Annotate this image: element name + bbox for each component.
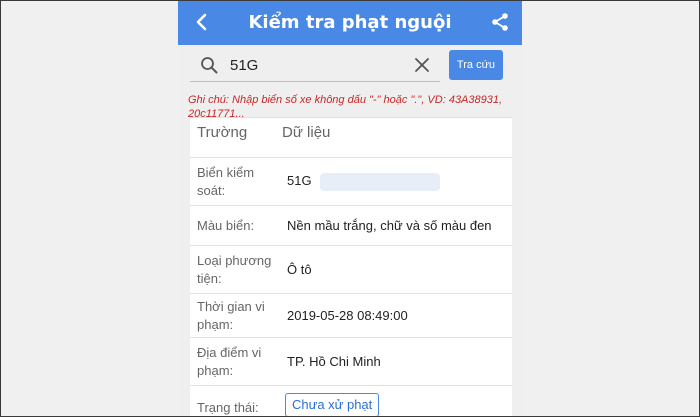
table-header-row: Trường Dữ liệu	[190, 118, 512, 158]
row-label: Trạng thái:	[197, 400, 259, 415]
column-header-field: Trường	[197, 124, 248, 141]
row-label: Biển kiểm soát:	[197, 165, 255, 198]
phone-screen: Kiểm tra phạt nguội Tra cứu Ghi c	[178, 0, 522, 417]
table-row: Trạng thái: Chưa xử phạt	[190, 386, 512, 417]
license-plate-input[interactable]	[230, 54, 400, 76]
status-button[interactable]: Chưa xử phạt	[285, 393, 380, 417]
clear-icon[interactable]	[412, 55, 432, 75]
row-value: TP. Hồ Chi Minh	[287, 354, 381, 369]
column-header-value: Dữ liệu	[282, 124, 331, 141]
row-label: Thời gian vi phạm:	[197, 299, 265, 332]
redacted-block	[319, 172, 440, 191]
table-row: Thời gian vi phạm: 2019-05-28 08:49:00	[190, 294, 512, 338]
page-title: Kiểm tra phạt nguội	[248, 12, 452, 33]
row-label: Loại phương tiện:	[197, 253, 272, 286]
row-value: 51G	[287, 172, 507, 191]
row-label: Màu biển:	[197, 218, 255, 233]
share-button[interactable]	[484, 6, 516, 38]
lookup-button[interactable]: Tra cứu	[449, 50, 503, 80]
row-label: Địa điểm vi phạm:	[197, 345, 262, 378]
table-row: Biển kiểm soát: 51G	[190, 158, 512, 206]
row-value: Ô tô	[287, 262, 312, 277]
search-box	[190, 48, 440, 82]
chevron-left-icon	[196, 13, 207, 31]
app-bar: Kiểm tra phạt nguội	[178, 0, 522, 45]
search-row: Tra cứu	[190, 48, 510, 84]
table-row: Loại phương tiện: Ô tô	[190, 246, 512, 294]
result-table: Trường Dữ liệu Biển kiểm soát: 51G Màu b…	[190, 117, 512, 417]
table-row: Màu biển: Nền mầu trắng, chữ và số màu đ…	[190, 206, 512, 246]
search-icon	[201, 57, 218, 74]
table-row: Địa điểm vi phạm: TP. Hồ Chi Minh	[190, 338, 512, 386]
back-button[interactable]	[186, 6, 218, 38]
plate-number-text: 51G	[287, 173, 312, 188]
share-icon	[492, 13, 508, 31]
row-value: 2019-05-28 08:49:00	[287, 308, 408, 323]
row-value: Nền mầu trắng, chữ và số màu đen	[287, 218, 492, 233]
